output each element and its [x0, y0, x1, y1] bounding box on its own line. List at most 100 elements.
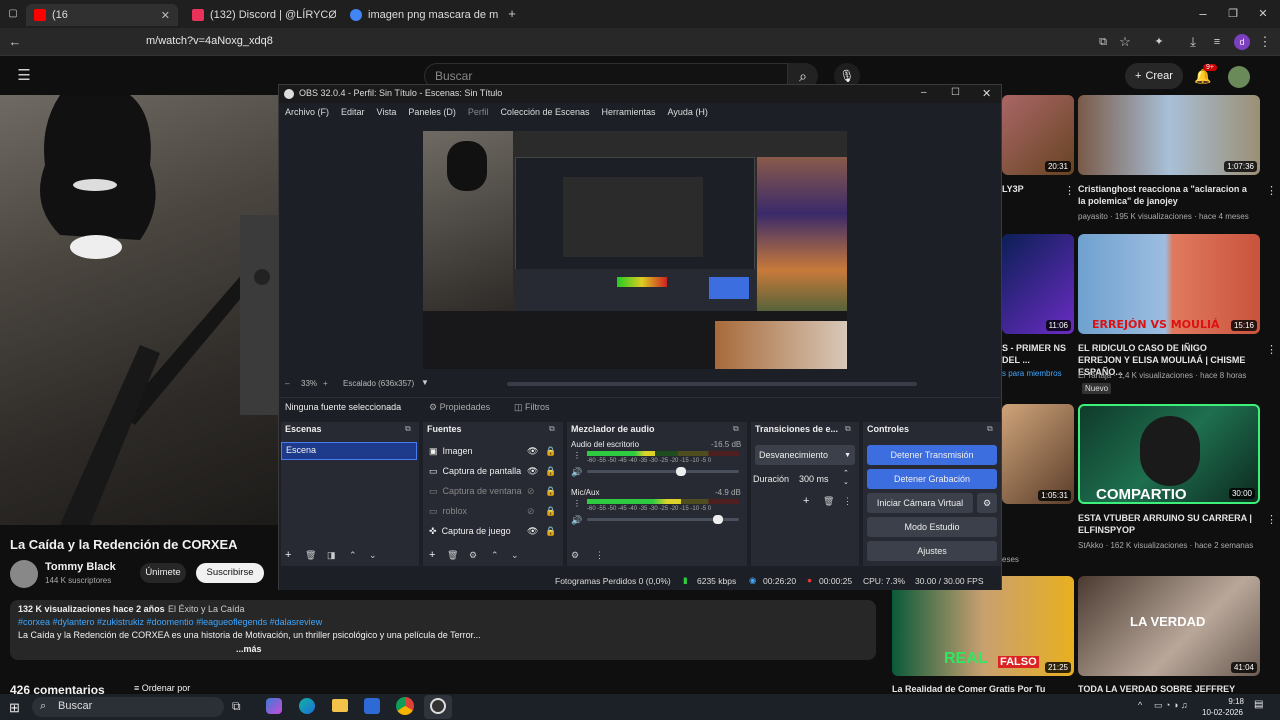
- tab-google[interactable]: imagen png mascara de monta ✕: [342, 4, 498, 26]
- notification-center-icon[interactable]: ▤: [1254, 699, 1263, 710]
- channel-avatar[interactable]: [10, 560, 38, 588]
- video-thumbnail[interactable]: 11:06: [1002, 234, 1074, 334]
- file-explorer-icon[interactable]: [332, 699, 348, 712]
- move-up-icon[interactable]: ⌃: [349, 550, 357, 561]
- close-tab-icon[interactable]: ✕: [161, 9, 170, 22]
- hashtags[interactable]: #corxea #dylantero #zukistrukiz #dooment…: [18, 617, 322, 627]
- mic-volume-handle[interactable]: [713, 515, 723, 524]
- download-icon[interactable]: ⤓: [1186, 34, 1200, 50]
- tray-icons[interactable]: ▭ ◔ ◑ ♫: [1154, 700, 1188, 711]
- task-view-icon[interactable]: ⧉: [232, 699, 241, 714]
- copilot-icon[interactable]: [266, 698, 282, 714]
- visibility-eye-icon[interactable]: 👁: [527, 466, 538, 477]
- new-tab-icon[interactable]: +: [504, 6, 520, 22]
- menu-archivo[interactable]: Archivo (F): [285, 107, 329, 119]
- stop-record-button[interactable]: Detener Grabación: [867, 469, 997, 489]
- close-window-icon[interactable]: ✕: [1256, 6, 1270, 22]
- studio-mode-button[interactable]: Modo Estudio: [867, 517, 997, 537]
- stepper-up-icon[interactable]: ⌃: [843, 469, 849, 477]
- zoom-out-icon[interactable]: –: [285, 379, 289, 388]
- bookmark-star-icon[interactable]: ☆: [1118, 34, 1132, 50]
- obs-preview[interactable]: [423, 131, 847, 369]
- visibility-eye-icon[interactable]: 👁: [527, 446, 538, 457]
- video-title[interactable]: Cristianghost reacciona a "aclaracion a …: [1078, 183, 1248, 207]
- create-button[interactable]: + Crear: [1125, 63, 1183, 89]
- more-options-icon[interactable]: ⋮: [1266, 183, 1277, 199]
- scene-item[interactable]: Escena: [281, 442, 417, 460]
- advanced-audio-icon[interactable]: ⚙: [571, 550, 579, 561]
- video-title[interactable]: LY3P: [1002, 183, 1024, 195]
- minimize-icon[interactable]: –: [1196, 6, 1210, 22]
- speaker-icon[interactable]: 🔊: [571, 467, 582, 478]
- video-thumbnail[interactable]: COMPARTIO 30:00: [1078, 404, 1260, 504]
- desktop-volume-slider[interactable]: [587, 470, 739, 473]
- dock-popout-icon[interactable]: ⧉: [405, 424, 411, 434]
- virtual-cam-settings-icon[interactable]: ⚙: [977, 493, 997, 513]
- avatar[interactable]: [1228, 66, 1250, 88]
- lock-icon[interactable]: 🔒: [545, 526, 556, 537]
- menu-perfil[interactable]: Perfil: [468, 107, 489, 119]
- video-thumbnail[interactable]: 1:07:36: [1078, 95, 1260, 175]
- hamburger-menu-icon[interactable]: ☰: [16, 68, 32, 84]
- visibility-hidden-icon[interactable]: ⊘: [527, 506, 535, 517]
- audio-menu-icon[interactable]: ⋮: [573, 499, 581, 508]
- install-icon[interactable]: ⧉: [1096, 34, 1110, 50]
- lock-icon[interactable]: 🔒: [545, 506, 556, 517]
- tab-discord[interactable]: (132) Discord | @LÍRYCØ ✕: [184, 4, 336, 26]
- dock-popout-icon[interactable]: ⧉: [987, 424, 993, 434]
- move-down-icon[interactable]: ⌄: [369, 550, 377, 561]
- scaling-dropdown-icon[interactable]: ▼: [421, 378, 429, 387]
- subscribe-button[interactable]: Suscribirse: [196, 563, 264, 583]
- speaker-icon[interactable]: 🔊: [571, 515, 582, 526]
- lock-icon[interactable]: 🔒: [545, 466, 556, 477]
- remove-source-icon[interactable]: 🗑: [447, 550, 458, 561]
- desktop-volume-handle[interactable]: [676, 467, 686, 476]
- video-thumbnail[interactable]: LA VERDAD 41:04: [1078, 576, 1260, 676]
- minimize-icon[interactable]: –: [921, 87, 927, 98]
- tab-list-icon[interactable]: ▢: [6, 6, 20, 22]
- properties-button[interactable]: ⚙ Propiedades: [429, 402, 490, 413]
- scene-filters-icon[interactable]: ◨: [327, 550, 336, 561]
- zoom-in-icon[interactable]: +: [323, 379, 328, 388]
- source-item[interactable]: ▭ roblox: [429, 506, 467, 517]
- move-down-icon[interactable]: ⌄: [511, 550, 519, 561]
- menu-editar[interactable]: Editar: [341, 107, 365, 119]
- source-item[interactable]: ▣ Imagen: [429, 446, 473, 457]
- move-up-icon[interactable]: ⌃: [491, 550, 499, 561]
- extensions-icon[interactable]: ✦: [1152, 34, 1166, 50]
- menu-kebab-icon[interactable]: ⋮: [1258, 34, 1272, 50]
- source-item[interactable]: ▭ Captura de ventana: [429, 486, 522, 497]
- back-icon[interactable]: ←: [8, 34, 22, 50]
- lock-icon[interactable]: 🔒: [545, 486, 556, 497]
- more-options-icon[interactable]: ⋮: [1064, 183, 1075, 199]
- video-player[interactable]: [0, 95, 280, 525]
- url-field[interactable]: m/watch?v=4aNoxg_xdq8: [146, 35, 273, 47]
- filters-button[interactable]: ◫ Filtros: [514, 402, 550, 413]
- dock-popout-icon[interactable]: ⧉: [733, 424, 739, 434]
- source-settings-icon[interactable]: ⚙: [469, 550, 477, 561]
- edge-icon[interactable]: [299, 698, 315, 714]
- clock-date[interactable]: 10-02-2026: [1202, 708, 1243, 717]
- stop-stream-button[interactable]: Detener Transmisión: [867, 445, 997, 465]
- menu-coleccion[interactable]: Colección de Escenas: [500, 107, 589, 119]
- dock-popout-icon[interactable]: ⧉: [845, 424, 851, 434]
- obs-icon[interactable]: [430, 698, 446, 714]
- stepper-down-icon[interactable]: ⌄: [843, 478, 849, 486]
- remove-scene-icon[interactable]: 🗑: [305, 550, 316, 561]
- video-title[interactable]: ESTA VTUBER ARRUINO SU CARRERA | ELFINSP…: [1078, 512, 1256, 536]
- dock-popout-icon[interactable]: ⧉: [549, 424, 555, 434]
- join-button[interactable]: Únimete: [140, 563, 186, 583]
- start-virtual-cam-button[interactable]: Iniciar Cámara Virtual: [867, 493, 973, 513]
- add-source-icon[interactable]: +: [429, 549, 435, 561]
- menu-ayuda[interactable]: Ayuda (H): [668, 107, 708, 119]
- settings-button[interactable]: Ajustes: [867, 541, 997, 561]
- remove-transition-icon[interactable]: 🗑: [823, 496, 834, 507]
- video-thumbnail[interactable]: ERREJÓN VS MOULIÁ 15:16: [1078, 234, 1260, 334]
- zoom-level[interactable]: 33%: [301, 379, 317, 388]
- maximize-icon[interactable]: ☐: [951, 87, 960, 98]
- more-options-icon[interactable]: ⋮: [1266, 342, 1277, 358]
- video-title[interactable]: S - PRIMER NS DEL ...: [1002, 342, 1072, 366]
- mixer-menu-icon[interactable]: ⋮: [595, 550, 604, 561]
- store-icon[interactable]: [364, 698, 380, 714]
- audio-menu-icon[interactable]: ⋮: [573, 451, 581, 460]
